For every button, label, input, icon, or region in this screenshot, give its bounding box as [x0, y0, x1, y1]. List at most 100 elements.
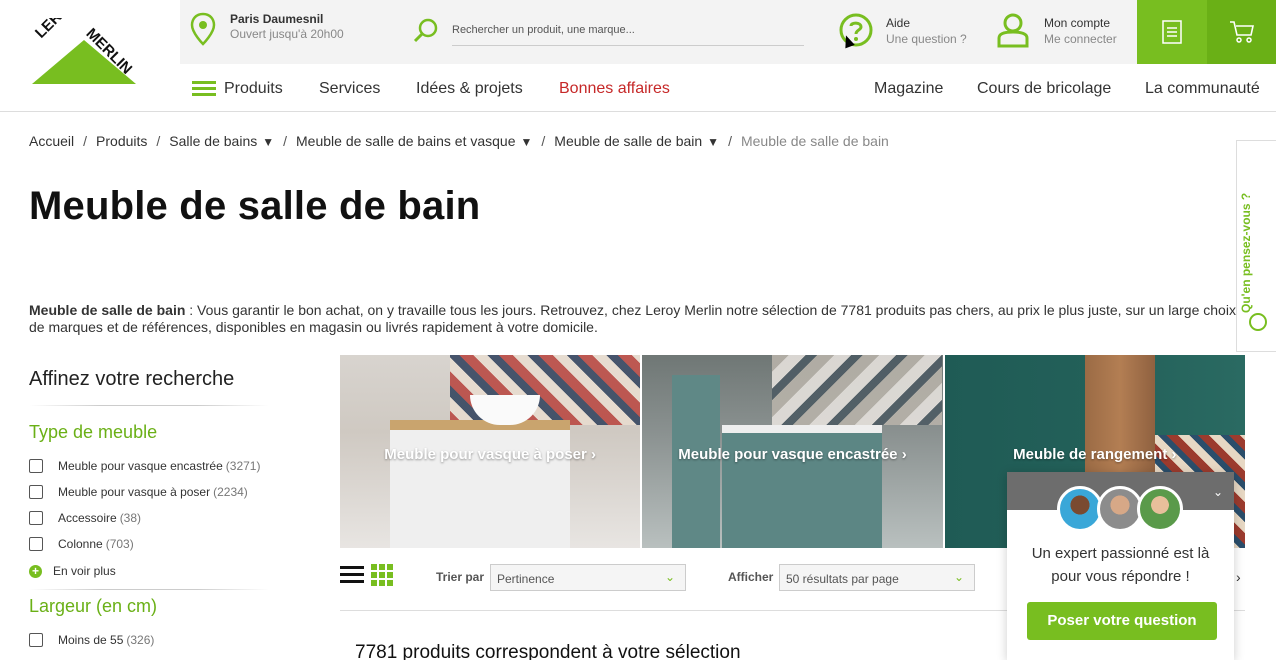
breadcrumb-furniture-vasque[interactable]: Meuble de salle de bains et vasque	[296, 133, 515, 149]
sort-value: Pertinence	[497, 572, 555, 586]
filter-option[interactable]: Moins de 55 (326)	[29, 627, 269, 653]
filter-option[interactable]: Colonne (703)	[29, 531, 269, 557]
expert-avatars	[1057, 486, 1183, 532]
top-bar: Paris Daumesnil Ouvert jusqu'à 20h00 Rec…	[0, 0, 1276, 64]
filter-option-label: Meuble pour vasque encastrée	[58, 459, 223, 473]
display-value: 50 résultats par page	[786, 572, 899, 586]
chevron-down-icon[interactable]: ▼	[521, 135, 533, 149]
filter-option-count: (326)	[126, 633, 155, 647]
nav-deals[interactable]: Bonnes affaires	[559, 80, 670, 98]
filter-option-label: Accessoire	[58, 511, 117, 525]
nav-magazine[interactable]: Magazine	[874, 80, 943, 98]
search-bar[interactable]: Rechercher un produit, une marque...	[412, 14, 804, 46]
main-nav: Produits Services Idées & projets Bonnes…	[0, 64, 1276, 112]
store-hours: Ouvert jusqu'à 20h00	[230, 27, 344, 41]
checkbox[interactable]	[29, 511, 43, 525]
nav-courses[interactable]: Cours de bricolage	[977, 80, 1111, 98]
checkbox[interactable]	[29, 633, 43, 647]
plus-icon: +	[29, 564, 42, 578]
search-icon[interactable]	[412, 16, 440, 44]
filter-option-count: (38)	[119, 511, 142, 525]
shopping-list-button[interactable]	[1137, 0, 1207, 64]
intro-body: : Vous garantir le bon achat, on y trava…	[29, 302, 1236, 335]
display-label: Afficher	[728, 570, 774, 584]
see-more-link[interactable]: + En voir plus	[29, 557, 269, 585]
cabinet-image	[390, 420, 570, 548]
breadcrumb-home[interactable]: Accueil	[29, 133, 74, 149]
tiles-image	[772, 355, 943, 425]
sort-label: Trier par	[436, 570, 485, 584]
nav-community[interactable]: La communauté	[1145, 80, 1260, 98]
store-name: Paris Daumesnil	[230, 12, 324, 26]
chevron-down-icon: ⌄	[953, 570, 964, 584]
store-selector[interactable]: Paris Daumesnil Ouvert jusqu'à 20h00	[190, 12, 344, 46]
filters-panel: Affinez votre recherche Type de meuble M…	[29, 368, 269, 653]
breadcrumb-furniture[interactable]: Meuble de salle de bain	[554, 133, 702, 149]
breadcrumb: Accueil / Produits / Salle de bains ▼ / Meuble …	[29, 133, 889, 149]
breadcrumb-separator: /	[541, 133, 546, 149]
feedback-tab[interactable]: Qu'en pensez-vous ?	[1236, 140, 1276, 352]
account-link[interactable]: Mon compte Me connecter	[996, 12, 1117, 48]
nav-services[interactable]: Services	[319, 80, 380, 98]
checkbox[interactable]	[29, 459, 43, 473]
breadcrumb-current: Meuble de salle de bain	[740, 133, 889, 149]
cart-icon	[1230, 21, 1254, 43]
chevron-down-icon: ⌄	[664, 570, 675, 584]
menu-icon[interactable]	[192, 81, 216, 99]
list-icon	[1162, 20, 1182, 44]
smiley-icon	[1249, 313, 1267, 331]
user-icon	[997, 13, 1029, 48]
filters-heading: Affinez votre recherche	[29, 368, 235, 390]
chevron-down-icon[interactable]: ⌄	[1213, 485, 1223, 499]
display-select[interactable]: 50 résultats par page ⌄	[779, 564, 975, 591]
sort-select[interactable]: Pertinence ⌄	[490, 564, 686, 591]
category-label: Meuble de rangement ›	[1013, 446, 1177, 463]
breadcrumb-separator: /	[728, 133, 732, 149]
account-subtitle: Me connecter	[1044, 32, 1117, 46]
help-link[interactable]: Aide Une question ?	[838, 12, 967, 48]
filter-option[interactable]: Meuble pour vasque encastrée (3271)	[29, 453, 269, 479]
cabinet-image	[722, 425, 883, 548]
chevron-down-icon[interactable]: ▼	[707, 135, 719, 149]
chat-message: Un expert passionné est là pour vous rép…	[1031, 545, 1210, 585]
category-label: Meuble pour vasque à poser ›	[384, 446, 597, 463]
ask-question-button[interactable]: Poser votre question	[1027, 602, 1217, 640]
help-subtitle: Une question ?	[886, 32, 967, 46]
cart-button[interactable]	[1207, 0, 1276, 64]
chevron-down-icon[interactable]: ▼	[262, 135, 274, 149]
category-label: Meuble pour vasque encastrée ›	[678, 446, 907, 463]
search-input[interactable]: Rechercher un produit, une marque...	[452, 14, 804, 46]
intro-bold: Meuble de salle de bain	[29, 302, 186, 318]
category-card-vasque-encastree[interactable]: Meuble pour vasque encastrée ›	[642, 355, 943, 548]
facet-width-title[interactable]: Largeur (en cm)	[29, 596, 269, 617]
breadcrumb-bathroom[interactable]: Salle de bains	[169, 133, 257, 149]
breadcrumb-separator: /	[156, 133, 161, 149]
filter-option-count: (3271)	[225, 459, 261, 473]
list-view-icon[interactable]	[340, 566, 364, 587]
divider	[29, 405, 269, 406]
nav-products[interactable]: Produits	[224, 80, 283, 98]
checkbox[interactable]	[29, 485, 43, 499]
filter-option-count: (2234)	[213, 485, 248, 499]
checkbox[interactable]	[29, 537, 43, 551]
help-title: Aide	[886, 16, 911, 30]
avatar	[1137, 486, 1183, 532]
filter-option-label: Moins de 55	[58, 633, 124, 647]
nav-ideas[interactable]: Idées & projets	[416, 80, 523, 98]
filter-option-label: Colonne	[58, 537, 103, 551]
category-card-vasque-a-poser[interactable]: Meuble pour vasque à poser ›	[340, 355, 641, 548]
chat-widget: ⌄ Un expert passionné est là pour vous r…	[1007, 472, 1234, 660]
page-title: Meuble de salle de bain	[29, 184, 481, 228]
location-pin-icon	[190, 12, 216, 46]
facet-type-title[interactable]: Type de meuble	[29, 422, 269, 443]
svg-text:LEROY: LEROY	[32, 18, 81, 42]
filter-option[interactable]: Meuble pour vasque à poser (2234)	[29, 479, 269, 505]
breadcrumb-separator: /	[283, 133, 288, 149]
filter-option[interactable]: Accessoire (38)	[29, 505, 269, 531]
breadcrumb-products[interactable]: Produits	[96, 133, 147, 149]
grid-view-icon[interactable]	[371, 564, 393, 586]
feedback-label: Qu'en pensez-vous ?	[1239, 192, 1253, 313]
next-page-icon[interactable]: ›	[1236, 569, 1241, 585]
intro-text: Meuble de salle de bain : Vous garantir …	[29, 302, 1239, 336]
results-count: 7781 produits correspondent à votre séle…	[355, 642, 741, 660]
